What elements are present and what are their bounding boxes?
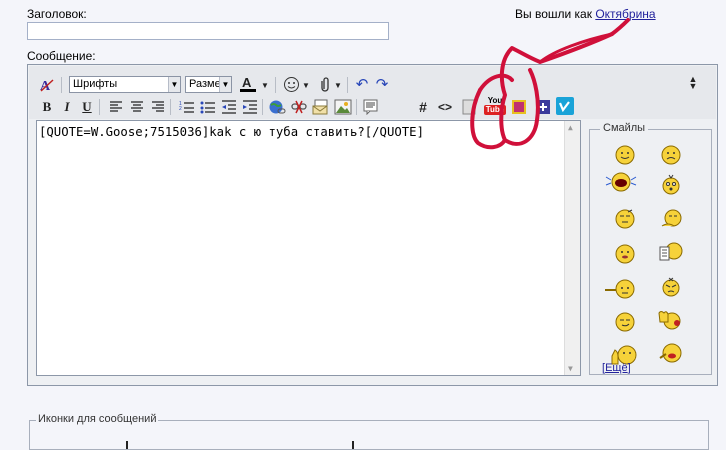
font-color-icon[interactable]: A [239,75,257,93]
smirk-icon[interactable] [614,311,636,333]
logged-in-status: Вы вошли как Октябрина [515,7,656,21]
message-label: Сообщение: [27,49,96,63]
smilies-panel: Смайлы [Ещё] [589,122,712,375]
align-right-icon[interactable] [149,98,167,116]
remove-link-icon[interactable] [290,98,308,116]
thinking-icon[interactable] [614,208,636,230]
editor-toolbar: A Шрифты ▼ Разме ▼ A ▼ ▼ ▼ ↶ ↷ ▲▼ B I U [29,66,716,119]
vimeo-icon[interactable] [556,97,574,115]
chevron-down-icon[interactable]: ▼ [260,76,270,94]
chevron-down-icon: ▼ [168,77,180,92]
chevron-down-icon[interactable]: ▼ [301,76,311,94]
post-icons-fieldset: Иконки для сообщений [29,413,709,450]
more-smilies-text[interactable]: Ещё [605,362,628,374]
undo-icon[interactable]: ↶ [353,75,371,93]
subject-input[interactable] [27,22,389,40]
sad-icon[interactable] [660,144,682,166]
post-icon-mark [352,441,354,449]
size-select-value: Разме [189,78,221,90]
reading-icon[interactable] [658,241,684,263]
editor-frame: A Шрифты ▼ Разме ▼ A ▼ ▼ ▼ ↶ ↷ ▲▼ B I U [27,64,718,386]
user-name-link[interactable]: Октябрина [595,7,655,21]
svg-text:2: 2 [179,106,182,112]
logged-in-prefix: Вы вошли как [515,7,592,21]
italic-button[interactable]: I [58,98,76,116]
message-text: [QUOTE=W.Goose;7515036]kak с ю туба став… [39,125,424,139]
insert-email-icon[interactable] [312,98,330,116]
remove-format-icon[interactable]: A [38,76,56,94]
align-center-icon[interactable] [128,98,146,116]
sleeping-icon[interactable] [660,208,682,230]
size-select[interactable]: Разме ▼ [185,76,232,93]
quote-icon[interactable] [362,98,380,116]
font-select[interactable]: Шрифты ▼ [69,76,181,93]
scroll-up-icon[interactable]: ▲ [568,123,573,132]
insert-link-icon[interactable] [268,98,286,116]
youtube-logo-bottom: Tube [483,105,507,115]
kiss-icon[interactable] [658,342,684,364]
chevron-down-icon: ▼ [219,77,231,92]
youtube-button[interactable]: You Tube [483,95,507,117]
smile-icon[interactable] [614,144,636,166]
collapse-toolbar-icon[interactable]: ▲ ▼ [684,74,702,92]
pointing-icon[interactable] [604,278,636,300]
blush-icon[interactable] [614,243,636,265]
indent-icon[interactable] [241,98,259,116]
subject-label: Заголовок: [27,7,87,21]
message-textarea[interactable]: [QUOTE=W.Goose;7515036]kak с ю туба став… [36,120,581,376]
surprised-icon[interactable] [660,173,682,195]
svg-text:A: A [242,75,252,90]
html-code-button[interactable]: <> [435,98,455,116]
youtube-logo-top: You [487,96,503,105]
redo-icon[interactable]: ↷ [373,75,391,93]
scroll-down-icon[interactable]: ▼ [568,364,573,373]
angry-icon[interactable] [660,276,682,298]
post-icons-title: Иконки для сообщений [36,413,159,425]
media-plus-icon[interactable] [534,98,552,116]
video-icon[interactable] [510,98,528,116]
wave-icon[interactable] [656,309,686,331]
unordered-list-icon[interactable] [199,98,217,116]
smilies-title: Смайлы [600,122,649,134]
post-icon-mark [126,441,128,449]
php-code-icon[interactable] [460,98,478,116]
code-hash-button[interactable]: # [414,98,432,116]
outdent-icon[interactable] [220,98,238,116]
bold-button[interactable]: B [38,98,56,116]
font-select-value: Шрифты [73,78,118,90]
smiley-icon[interactable] [282,75,300,93]
more-smilies-link[interactable]: [Ещё] [602,362,631,374]
chevron-down-icon[interactable]: ▼ [333,76,343,94]
laughing-icon[interactable] [604,171,638,193]
align-left-icon[interactable] [107,98,125,116]
ordered-list-icon[interactable]: 12 [178,98,196,116]
message-scrollbar[interactable]: ▲ ▼ [564,121,580,375]
insert-image-icon[interactable] [334,98,352,116]
underline-button[interactable]: U [78,98,96,116]
